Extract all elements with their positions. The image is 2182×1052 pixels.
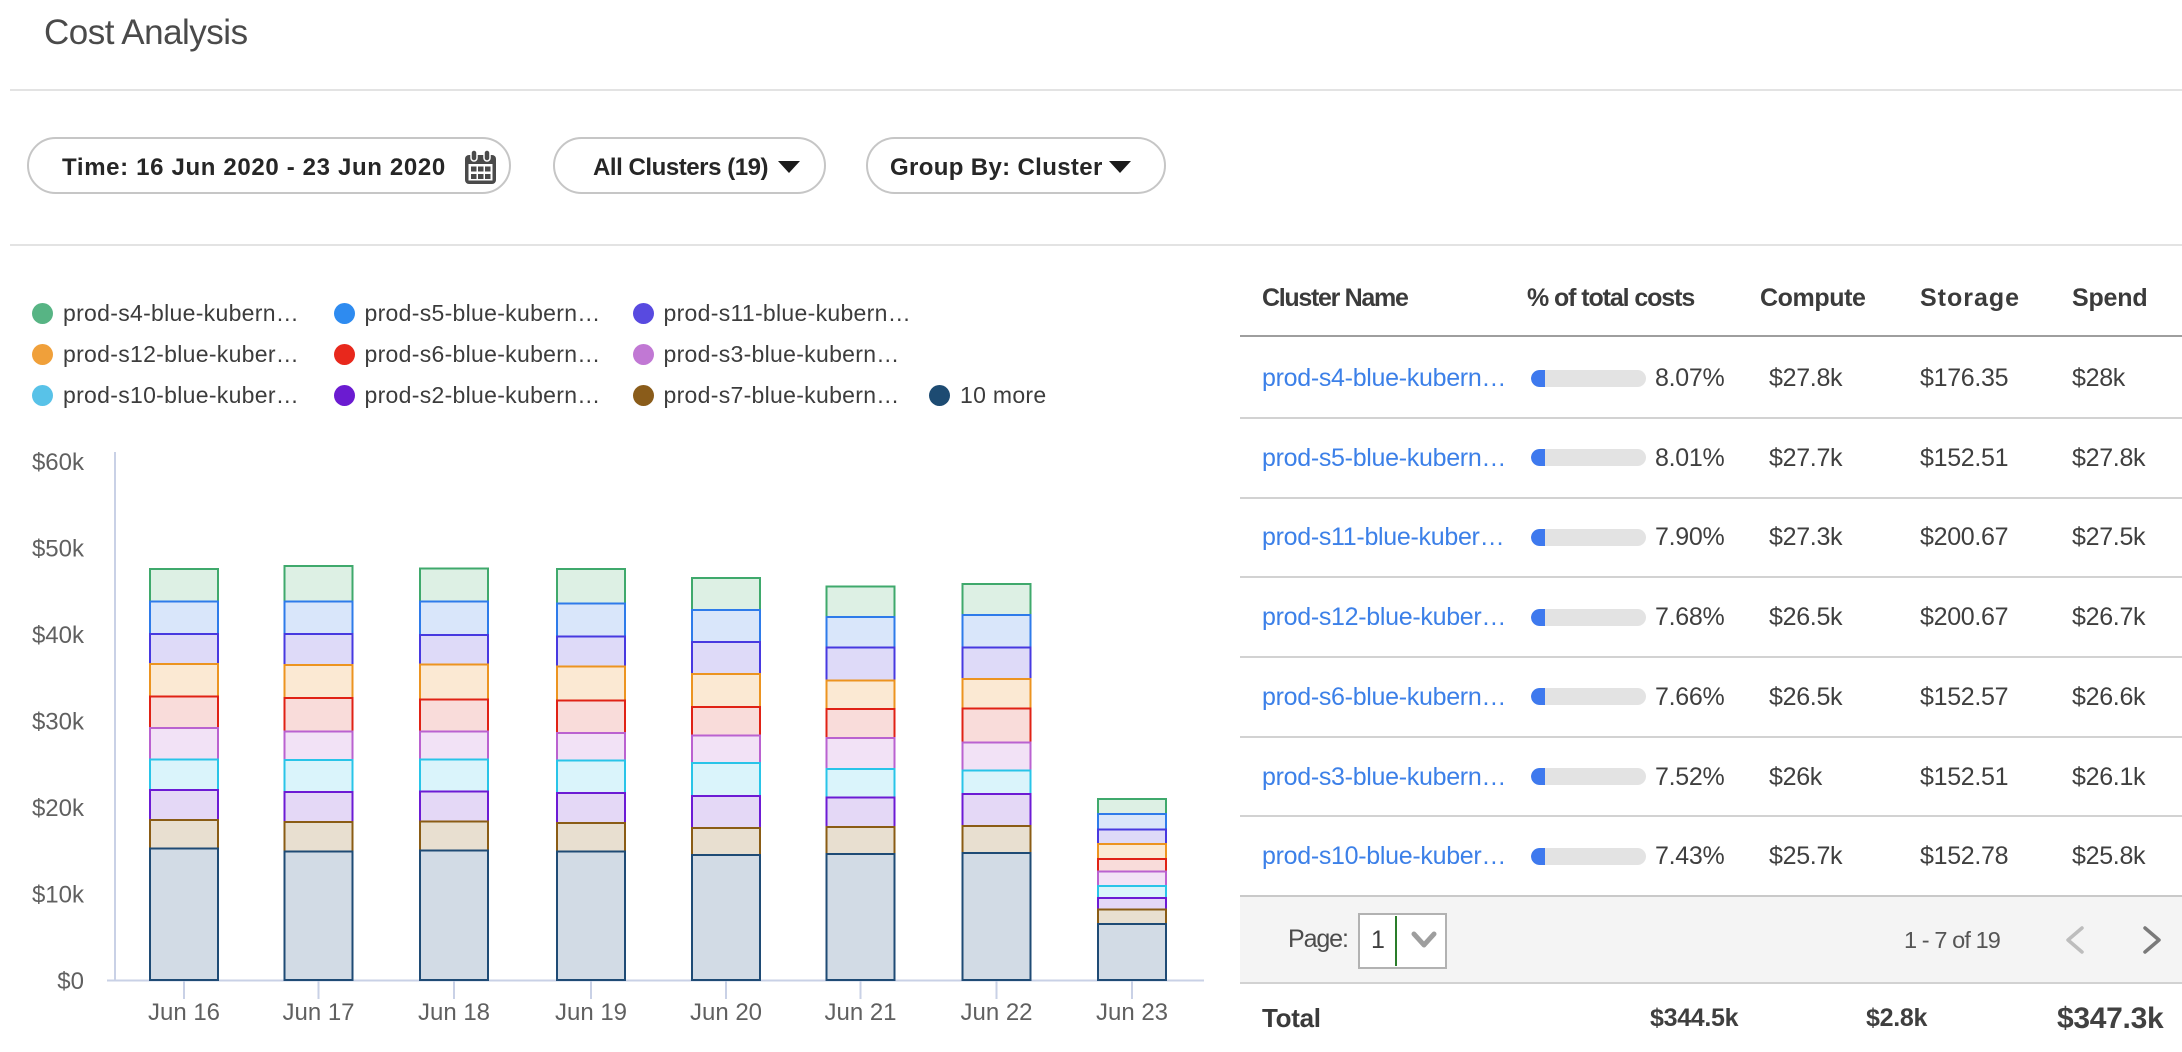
svg-text:Jun 17: Jun 17 xyxy=(282,999,354,1026)
svg-text:Jun 19: Jun 19 xyxy=(555,999,627,1026)
svg-text:$50k: $50k xyxy=(32,536,85,563)
svg-text:Jun 20: Jun 20 xyxy=(690,999,762,1026)
svg-text:Jun 21: Jun 21 xyxy=(824,999,896,1026)
svg-text:$0: $0 xyxy=(57,968,84,995)
svg-text:$40k: $40k xyxy=(32,622,85,649)
svg-text:$10k: $10k xyxy=(32,882,85,909)
svg-text:$30k: $30k xyxy=(32,709,85,736)
svg-text:$20k: $20k xyxy=(32,795,85,822)
svg-text:Jun 22: Jun 22 xyxy=(960,999,1032,1026)
svg-text:Jun 18: Jun 18 xyxy=(418,999,490,1026)
svg-text:Jun 16: Jun 16 xyxy=(148,999,220,1026)
svg-text:Jun 23: Jun 23 xyxy=(1096,999,1168,1026)
svg-text:$60k: $60k xyxy=(32,449,85,476)
